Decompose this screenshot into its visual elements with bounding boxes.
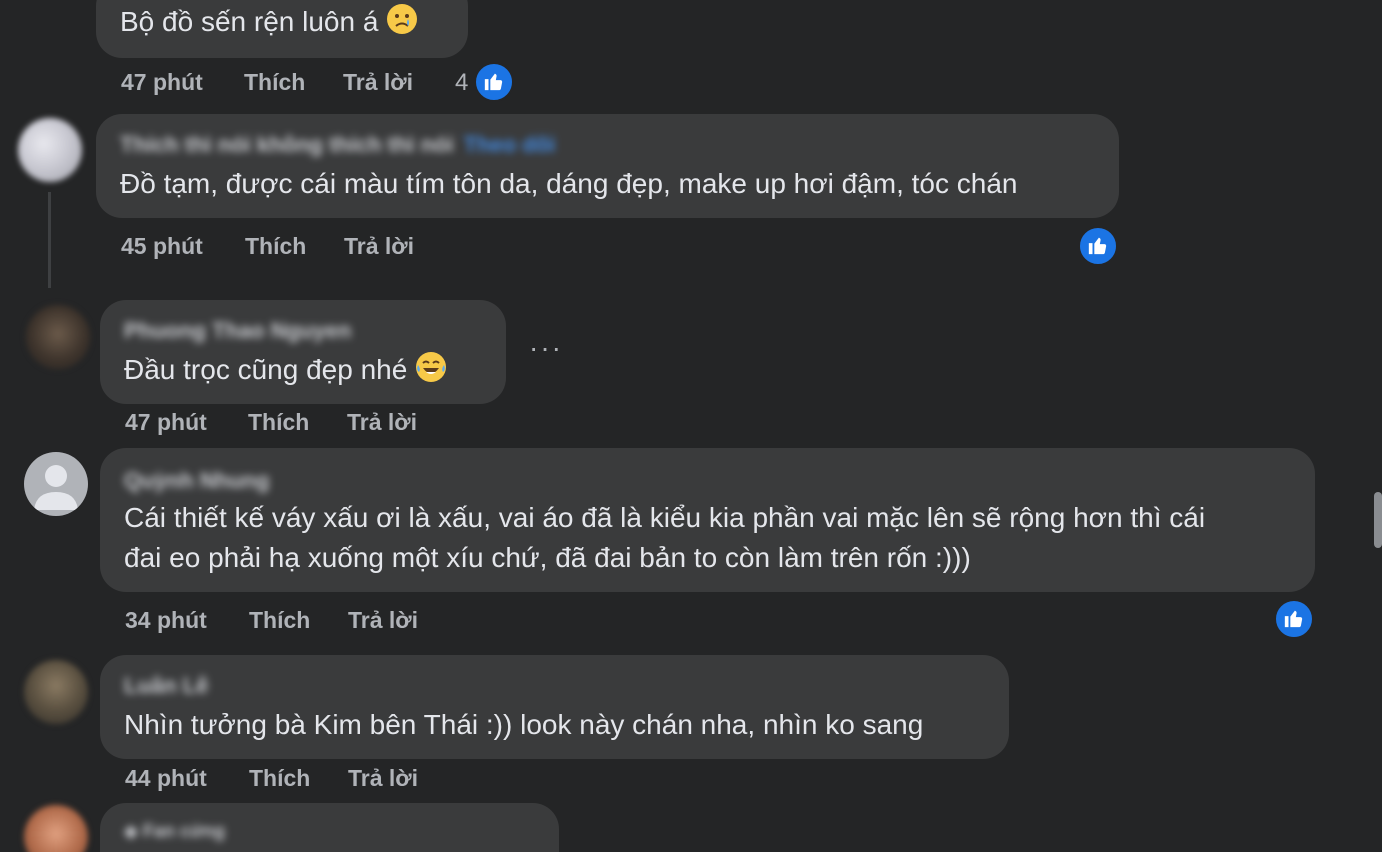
like-button[interactable]: Thích <box>249 765 310 792</box>
reply-button[interactable]: Trả lời <box>348 607 418 634</box>
thread-line <box>48 192 51 288</box>
comment-bubble: ◆ Fan cứng <box>100 803 559 852</box>
comment-author[interactable]: Thích thì nói không thích thì nói Theo dõ… <box>120 132 555 158</box>
comment-time[interactable]: 47 phút <box>121 69 203 96</box>
more-options-icon[interactable]: ··· <box>529 332 563 364</box>
comment-meta: 34 phút Thích Trả lời <box>125 607 545 637</box>
default-avatar-icon[interactable] <box>24 452 88 516</box>
reply-button[interactable]: Trả lời <box>344 233 414 260</box>
like-reaction-icon[interactable] <box>1078 226 1118 266</box>
top-fan-badge-icon: ◆ <box>124 821 138 841</box>
comment-meta: 45 phút Thích Trả lời <box>121 233 541 263</box>
comment-author[interactable]: Quỳnh Nhung <box>124 468 269 494</box>
laughing-tears-emoji-icon <box>415 351 447 394</box>
like-reaction-icon[interactable] <box>1274 599 1314 639</box>
avatar[interactable] <box>24 805 88 852</box>
sad-tear-emoji-icon <box>386 3 418 46</box>
follow-link[interactable]: Theo dõi <box>464 132 556 157</box>
author-name[interactable]: Fan cứng <box>143 821 225 841</box>
comment-bubble: Phuong Thao Nguyen Đầu trọc cũng đẹp nhé <box>100 300 506 404</box>
comment-author[interactable]: Luân Lê <box>124 673 208 699</box>
like-button[interactable]: Thích <box>245 233 306 260</box>
like-button[interactable]: Thích <box>249 607 310 634</box>
comment-bubble: Bộ đồ sến rện luôn á <box>96 0 468 58</box>
avatar[interactable] <box>24 660 88 724</box>
comment-time[interactable]: 47 phút <box>125 409 207 436</box>
comment-time[interactable]: 34 phút <box>125 607 207 634</box>
reply-button[interactable]: Trả lời <box>348 765 418 792</box>
comment-meta: 47 phút Thích Trả lời <box>125 409 545 439</box>
reaction-count[interactable]: 4 <box>455 69 468 97</box>
like-reaction-icon[interactable] <box>474 62 514 102</box>
reply-button[interactable]: Trả lời <box>347 409 417 436</box>
comment-text-content: Đầu trọc cũng đẹp nhé <box>124 354 408 385</box>
avatar[interactable] <box>18 118 82 182</box>
comment-text-line: đai eo phải hạ xuống một xíu chứ, đã đai… <box>124 542 971 573</box>
comment-text: Nhìn tưởng bà Kim bên Thái :)) look này … <box>124 709 924 740</box>
comment-time[interactable]: 44 phút <box>125 765 207 792</box>
comment-text: Đồ tạm, được cái màu tím tôn da, dáng đẹ… <box>120 168 1018 199</box>
comment-text-content: Bộ đồ sến rện luôn á <box>120 6 379 37</box>
comment-bubble: Quỳnh Nhung Cái thiết kế váy xấu ơi là x… <box>100 448 1315 592</box>
avatar[interactable] <box>26 305 90 369</box>
comment-text: Đầu trọc cũng đẹp nhé <box>124 350 447 394</box>
comment-author[interactable]: ◆ Fan cứng <box>124 821 225 842</box>
like-button[interactable]: Thích <box>248 409 309 436</box>
comment-bubble: Thích thì nói không thích thì nói Theo dõ… <box>96 114 1119 218</box>
scrollbar[interactable] <box>1374 492 1382 548</box>
comment-text: Bộ đồ sến rện luôn á <box>120 2 418 46</box>
comment-author[interactable]: Phuong Thao Nguyen <box>124 318 351 344</box>
comment-meta: 44 phút Thích Trả lời <box>125 765 545 795</box>
reply-button[interactable]: Trả lời <box>343 69 413 96</box>
comment-time[interactable]: 45 phút <box>121 233 203 260</box>
author-name[interactable]: Thích thì nói không thích thì nói <box>120 132 454 157</box>
comments-page: Bộ đồ sến rện luôn á 47 phút Thích Trả l… <box>0 0 1382 852</box>
comment-bubble: Luân Lê Nhìn tưởng bà Kim bên Thái :)) l… <box>100 655 1009 759</box>
comment-text-line: Cái thiết kế váy xấu ơi là xấu, vai áo đ… <box>124 502 1206 533</box>
like-button[interactable]: Thích <box>244 69 305 96</box>
